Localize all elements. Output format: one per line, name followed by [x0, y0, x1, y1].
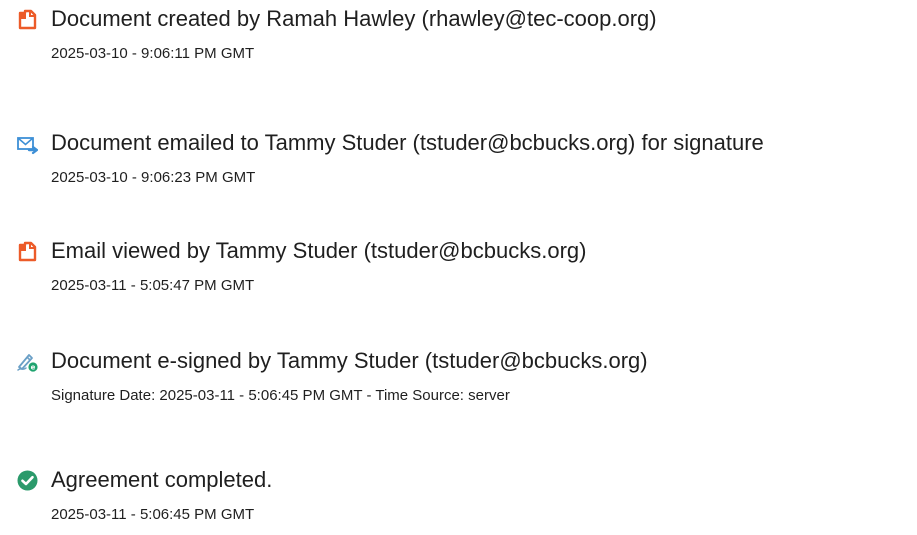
event-timestamp: 2025-03-11 - 5:05:47 PM GMT — [51, 277, 255, 294]
e-sign-icon: e — [17, 351, 38, 372]
event-timestamp: Signature Date: 2025-03-11 - 5:06:45 PM … — [51, 387, 510, 404]
audit-log: Document created by Ramah Hawley (rhawle… — [0, 0, 917, 535]
event-title: Agreement completed. — [51, 467, 273, 492]
event-title: Document e-signed by Tammy Studer (tstud… — [51, 348, 648, 373]
event-timestamp: 2025-03-10 - 9:06:11 PM GMT — [51, 45, 255, 62]
document-icon — [17, 9, 38, 30]
email-sent-icon — [17, 135, 38, 156]
event-title: Email viewed by Tammy Studer (tstuder@bc… — [51, 238, 587, 263]
event-title: Document emailed to Tammy Studer (tstude… — [51, 130, 764, 155]
svg-text:e: e — [31, 364, 36, 372]
event-title: Document created by Ramah Hawley (rhawle… — [51, 6, 657, 31]
event-timestamp: 2025-03-10 - 9:06:23 PM GMT — [51, 169, 256, 186]
event-timestamp: 2025-03-11 - 5:06:45 PM GMT — [51, 506, 255, 523]
check-circle-icon — [17, 470, 38, 491]
document-icon — [17, 241, 38, 262]
